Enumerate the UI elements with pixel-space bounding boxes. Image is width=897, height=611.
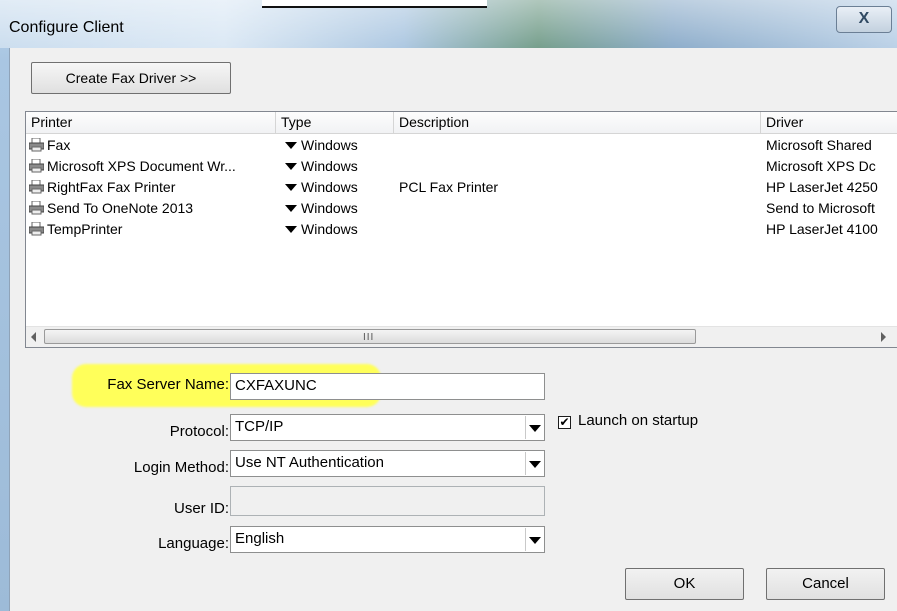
printer-driver: Microsoft Shared <box>766 137 872 153</box>
printer-row[interactable]: Microsoft XPS Document Wr... Windows Mic… <box>26 156 897 177</box>
chevron-down-icon[interactable] <box>285 142 297 149</box>
close-icon: X <box>858 10 870 27</box>
printer-type: Windows <box>301 158 358 174</box>
printer-icon <box>29 222 44 236</box>
fax-server-name-input[interactable]: CXFAXUNC <box>230 373 545 400</box>
chevron-down-icon <box>529 425 541 432</box>
dialog-body: Create Fax Driver >> Printer Type Descri… <box>9 48 897 611</box>
language-select[interactable]: English <box>230 526 545 553</box>
create-fax-driver-button[interactable]: Create Fax Driver >> <box>31 62 231 94</box>
scrollbar-grip: III <box>363 332 375 343</box>
printer-type: Windows <box>301 200 358 216</box>
printer-icon <box>29 159 44 173</box>
fax-server-name-label: Fax Server Name: <box>107 376 229 393</box>
chevron-down-icon[interactable] <box>285 205 297 212</box>
protocol-value: TCP/IP <box>235 418 284 435</box>
printer-row[interactable]: TempPrinter Windows HP LaserJet 4100 <box>26 219 897 240</box>
protocol-label: Protocol: <box>169 423 229 440</box>
login-method-value: Use NT Authentication <box>235 454 384 471</box>
chevron-down-icon[interactable] <box>285 163 297 170</box>
window-title: Configure Client <box>9 19 124 36</box>
language-label: Language: <box>158 535 229 552</box>
printer-driver: HP LaserJet 4250 <box>766 179 878 195</box>
login-method-dropdown-button[interactable] <box>525 452 543 475</box>
language-value: English <box>235 530 285 547</box>
printer-icon <box>29 201 44 215</box>
printer-name: Microsoft XPS Document Wr... <box>47 158 236 174</box>
protocol-select[interactable]: TCP/IP <box>230 414 545 441</box>
chevron-down-icon <box>529 537 541 544</box>
printer-icon <box>29 180 44 194</box>
printer-driver: HP LaserJet 4100 <box>766 221 878 237</box>
column-header-printer[interactable]: Printer <box>26 112 276 133</box>
printer-type: Windows <box>301 179 358 195</box>
column-header-description[interactable]: Description <box>394 112 761 133</box>
printer-type: Windows <box>301 221 358 237</box>
column-header-driver[interactable]: Driver <box>761 112 897 133</box>
printer-row[interactable]: RightFax Fax Printer Windows PCL Fax Pri… <box>26 177 897 198</box>
language-dropdown-button[interactable] <box>525 528 543 551</box>
chevron-down-icon[interactable] <box>285 184 297 191</box>
horizontal-scrollbar[interactable]: III <box>26 326 897 347</box>
user-id-label: User ID: <box>173 500 229 517</box>
printer-name: RightFax Fax Printer <box>47 179 176 195</box>
printer-name: Send To OneNote 2013 <box>47 200 194 216</box>
close-button[interactable]: X <box>836 6 892 33</box>
printer-name: Fax <box>47 137 71 153</box>
printer-driver: Microsoft XPS Dc <box>766 158 876 174</box>
protocol-dropdown-button[interactable] <box>525 416 543 439</box>
checkmark-icon: ✔ <box>559 415 570 429</box>
printer-description: PCL Fax Printer <box>399 179 499 195</box>
scroll-right-icon[interactable] <box>881 332 886 342</box>
login-method-select[interactable]: Use NT Authentication <box>230 450 545 477</box>
login-method-label: Login Method: <box>133 459 229 476</box>
ok-button[interactable]: OK <box>625 568 744 600</box>
scroll-left-icon[interactable] <box>31 332 36 342</box>
user-id-input[interactable] <box>230 486 545 516</box>
cancel-button[interactable]: Cancel <box>766 568 885 600</box>
configure-client-window: Configure Client X Create Fax Driver >> … <box>0 0 897 611</box>
printer-row[interactable]: Send To OneNote 2013 Windows Send to Mic… <box>26 198 897 219</box>
launch-on-startup-checkbox[interactable]: ✔ <box>558 416 571 429</box>
printer-list[interactable]: Printer Type Description Driver Fax Wind… <box>25 111 897 348</box>
column-header-type[interactable]: Type <box>276 112 394 133</box>
printer-type: Windows <box>301 137 358 153</box>
launch-on-startup-label[interactable]: Launch on startup <box>578 412 698 429</box>
printer-row[interactable]: Fax Windows Microsoft Shared <box>26 135 897 156</box>
printer-name: TempPrinter <box>47 221 123 237</box>
chevron-down-icon[interactable] <box>285 226 297 233</box>
chevron-down-icon <box>529 461 541 468</box>
printer-driver: Send to Microsoft <box>766 200 875 216</box>
top-overlay-line <box>262 6 487 8</box>
printer-icon <box>29 138 44 152</box>
printer-list-header: Printer Type Description Driver <box>26 112 897 134</box>
scrollbar-thumb[interactable]: III <box>44 329 696 344</box>
